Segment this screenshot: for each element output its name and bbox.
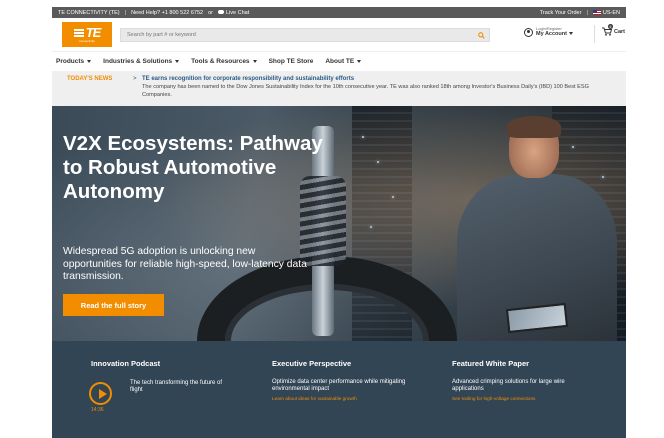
utility-right: Track Your Order | US-EN [540, 10, 620, 16]
white-paper-title: Featured White Paper [452, 359, 530, 368]
podcast-card[interactable]: Innovation Podcast [91, 359, 160, 368]
utility-bar: TE CONNECTIVITY (TE) | Need Help? +1 800… [52, 7, 626, 18]
podcast-duration: 14:36 [91, 407, 104, 413]
executive-description: Optimize data center performance while m… [272, 379, 406, 393]
hero-banner: V2X Ecosystems: Pathway to Robust Automo… [52, 106, 626, 341]
nav-item-label: Shop TE Store [268, 58, 314, 65]
my-account-text: My Account [536, 31, 567, 37]
track-order-link[interactable]: Track Your Order [540, 10, 582, 16]
main-nav: Products Industries & Solutions Tools & … [52, 51, 626, 71]
nav-item-label: About TE [325, 58, 355, 65]
us-flag-icon [592, 9, 601, 15]
white-paper-link[interactable]: See tooling for high-voltage connections [452, 396, 587, 401]
search-box [120, 28, 490, 42]
separator: | [586, 9, 588, 16]
chevron-down-icon [175, 60, 180, 63]
search-icon[interactable] [478, 32, 485, 39]
chevron-right-icon: > [133, 76, 137, 82]
chat-icon [217, 10, 224, 15]
te-logo[interactable]: TE connectivity [62, 22, 112, 47]
logo-mark: TE [74, 26, 102, 39]
help-phone[interactable]: Need Help? +1 800 522 6752 [131, 10, 203, 16]
play-icon[interactable] [89, 382, 112, 405]
my-account-label: My Account [536, 31, 573, 38]
right-gutter [626, 0, 664, 438]
left-gutter [0, 0, 52, 438]
user-icon [524, 27, 533, 37]
account-text: Login/Register My Account [536, 27, 573, 38]
account-menu[interactable]: Login/Register My Account [524, 27, 573, 38]
header: TE connectivity Login/Register My Accoun… [52, 18, 626, 51]
nav-item-label: Industries & Solutions [103, 58, 173, 65]
news-headline-link[interactable]: TE earns recognition for corporate respo… [142, 76, 354, 82]
nav-item-industries-solutions[interactable]: Industries & Solutions [103, 58, 180, 65]
hero-title: V2X Ecosystems: Pathway to Robust Automo… [63, 132, 323, 204]
search-input[interactable] [127, 32, 467, 38]
chevron-down-icon [357, 60, 362, 63]
separator: | [124, 9, 127, 16]
news-label: TODAY'S NEWS [67, 76, 113, 82]
live-chat-label: Live Chat [225, 9, 250, 16]
hero-text: Widespread 5G adoption is unlocking new … [63, 246, 307, 283]
white-paper-description: Advanced crimping solutions for large wi… [452, 379, 565, 393]
podcast-description[interactable]: The tech transforming the future of flig… [130, 380, 230, 394]
executive-perspective-card[interactable]: Executive Perspective Optimize data cent… [272, 359, 422, 401]
nav-item-label: Products [56, 58, 85, 65]
nav-item-label: Tools & Resources [191, 58, 250, 65]
header-divider [594, 25, 595, 43]
logo-subtext: connectivity [79, 38, 95, 43]
brand-link[interactable]: TE CONNECTIVITY (TE) [58, 10, 120, 16]
person-hair [507, 116, 561, 138]
page: TE CONNECTIVITY (TE) | Need Help? +1 800… [0, 0, 664, 438]
locale-label: US-EN [602, 9, 620, 16]
nav-item-tools-resources[interactable]: Tools & Resources [191, 58, 257, 65]
features-strip: Innovation Podcast The tech transforming… [52, 341, 626, 438]
executive-title: Executive Perspective [272, 359, 352, 368]
locale-selector[interactable]: US-EN [592, 9, 620, 16]
nav-item-products[interactable]: Products [56, 58, 92, 65]
news-strip: TODAY'S NEWS > TE earns recognition for … [52, 71, 626, 106]
chevron-down-icon [87, 60, 92, 63]
executive-link[interactable]: Learn about ideas for sustainable growth [272, 396, 422, 401]
news-body: The company has been named to the Dow Jo… [142, 84, 589, 98]
white-paper-card[interactable]: Featured White Paper Advanced crimping s… [452, 359, 587, 401]
utility-left: TE CONNECTIVITY (TE) | Need Help? +1 800… [58, 10, 249, 16]
cart-label: Cart [614, 28, 626, 35]
cart-button[interactable]: 0 Cart [602, 24, 626, 36]
chevron-down-icon [252, 60, 257, 63]
chevron-down-icon [568, 32, 573, 35]
cart-count-badge: 0 [608, 24, 613, 29]
nav-item-about-te[interactable]: About TE [325, 58, 362, 65]
live-chat-link[interactable]: Live Chat [217, 9, 250, 16]
podcast-title: Innovation Podcast [91, 359, 161, 368]
nav-item-shop-te-store[interactable]: Shop TE Store [269, 58, 314, 65]
or-text: or [208, 9, 213, 16]
read-full-story-button[interactable]: Read the full story [63, 294, 164, 316]
